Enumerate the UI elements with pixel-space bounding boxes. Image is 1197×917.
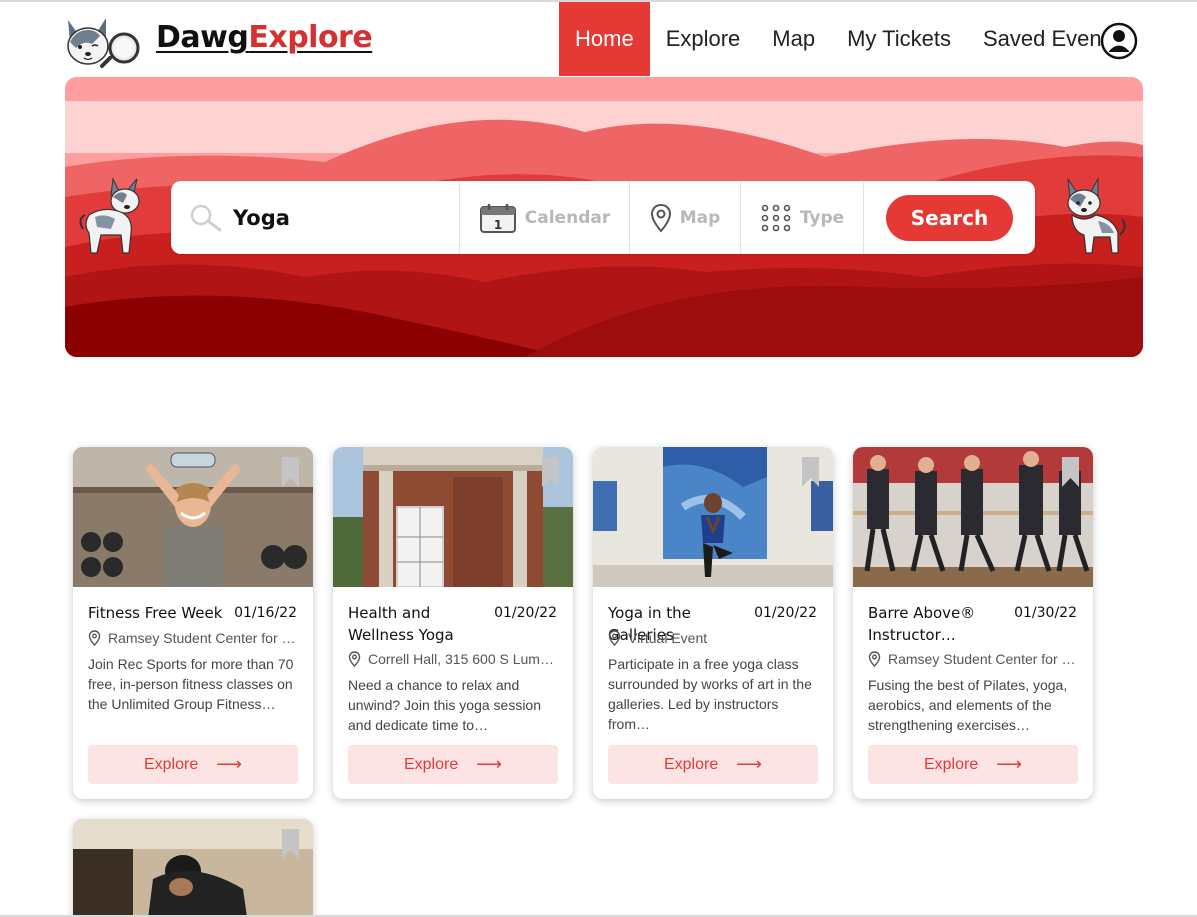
event-location: Correll Hall, 315 600 S Lumpkin St	[348, 651, 560, 667]
bookmark-icon[interactable]	[282, 829, 299, 859]
user-account-icon[interactable]	[1100, 22, 1138, 60]
explore-button-label: Explore	[923, 755, 979, 773]
location-pin-icon	[88, 630, 101, 646]
event-location: Ramsey Student Center for Physical Activ…	[88, 630, 300, 646]
location-pin-icon	[608, 630, 621, 646]
dog-mascot-left-icon	[79, 177, 140, 254]
map-pin-icon	[650, 203, 671, 232]
explore-button-label: Explore	[143, 755, 199, 773]
event-card[interactable]: Yoga in the Galleries 01/20/22 Virtual E…	[593, 447, 833, 799]
event-card[interactable]: Barre Above® Instructor… 01/30/22 Ramsey…	[853, 447, 1093, 799]
brand-part-dawg: Dawg	[156, 20, 249, 55]
event-photo-yoga-stretch	[73, 819, 313, 917]
search-query-text[interactable]: Yoga	[233, 206, 290, 230]
search-button[interactable]: Search	[886, 194, 1013, 241]
explore-button[interactable]: Explore ⟶	[868, 745, 1078, 784]
brand-name[interactable]: DawgExplore	[156, 20, 373, 55]
type-label: Type	[799, 207, 845, 228]
event-card[interactable]	[73, 819, 313, 917]
arrow-right-icon: ⟶	[736, 754, 763, 774]
event-location: Ramsey Student Center for Physical Activ…	[868, 651, 1080, 667]
grid-dots-icon	[761, 204, 791, 231]
event-date: 01/30/22	[1014, 605, 1077, 621]
calendar-icon: 1	[479, 203, 516, 233]
event-photo-fitness	[73, 447, 313, 587]
explore-button-label: Explore	[663, 755, 719, 773]
search-icon	[190, 204, 222, 231]
bookmark-icon[interactable]	[802, 457, 819, 487]
arrow-right-icon: ⟶	[216, 754, 243, 774]
event-title[interactable]: Fitness Free Week	[88, 602, 240, 624]
explore-button-label: Explore	[403, 755, 459, 773]
event-description: Fusing the best of Pilates, yoga, aerobi…	[868, 677, 1068, 733]
event-title[interactable]: Health and Wellness Yoga	[348, 602, 500, 646]
event-title[interactable]: Barre Above® Instructor…	[868, 602, 1020, 646]
event-photo	[593, 447, 833, 587]
event-location: Virtual Event	[608, 630, 820, 646]
event-photo	[333, 447, 573, 587]
event-photo	[73, 819, 313, 917]
event-description: Participate in a free yoga class surroun…	[608, 656, 812, 732]
event-description: Need a chance to relax and unwind? Join …	[348, 677, 542, 733]
event-photo	[853, 447, 1093, 587]
event-description: Join Rec Sports for more than 70 free, i…	[88, 656, 294, 712]
hero-banner: Yoga 1 Calendar Map Type Search	[65, 77, 1143, 357]
search-query-field[interactable]: Yoga	[171, 181, 460, 254]
search-button-wrap: Search	[864, 181, 1035, 254]
event-location-text: Virtual Event	[628, 630, 708, 646]
explore-button[interactable]: Explore ⟶	[348, 745, 558, 784]
nav-my-tickets[interactable]: My Tickets	[831, 2, 967, 76]
nav-explore[interactable]: Explore	[650, 2, 757, 76]
explore-button[interactable]: Explore ⟶	[608, 745, 818, 784]
event-photo-gallery-yoga	[593, 447, 833, 587]
site-header: DawgExplore Home Explore Map My Tickets …	[0, 2, 1197, 77]
arrow-right-icon: ⟶	[996, 754, 1023, 774]
location-pin-icon	[868, 651, 881, 667]
bookmark-icon[interactable]	[1062, 457, 1079, 487]
dog-magnifier-logo-icon[interactable]	[62, 12, 144, 70]
brand-part-explore: Explore	[248, 20, 373, 55]
nav-home[interactable]: Home	[559, 2, 650, 76]
explore-button[interactable]: Explore ⟶	[88, 745, 298, 784]
nav-map[interactable]: Map	[756, 2, 831, 76]
event-date: 01/16/22	[234, 605, 297, 621]
event-photo	[73, 447, 313, 587]
event-photo-correll-hall	[333, 447, 573, 587]
arrow-right-icon: ⟶	[476, 754, 503, 774]
calendar-icon-day: 1	[494, 218, 502, 232]
event-date: 01/20/22	[754, 605, 817, 621]
event-date: 01/20/22	[494, 605, 557, 621]
event-card[interactable]: Fitness Free Week 01/16/22 Ramsey Studen…	[73, 447, 313, 799]
event-location-text: Ramsey Student Center for Physical Activ…	[888, 651, 1080, 667]
calendar-filter[interactable]: 1 Calendar	[460, 181, 630, 254]
event-location-text: Correll Hall, 315 600 S Lumpkin St	[368, 651, 560, 667]
search-bar: Yoga 1 Calendar Map Type Search	[171, 181, 1035, 254]
dog-mascot-right-icon	[1067, 177, 1126, 254]
map-filter[interactable]: Map	[630, 181, 741, 254]
bookmark-icon[interactable]	[282, 457, 299, 487]
main-nav: Home Explore Map My Tickets Saved Events	[559, 2, 1135, 76]
type-filter[interactable]: Type	[741, 181, 864, 254]
calendar-label: Calendar	[524, 207, 611, 228]
event-photo-barre-class	[853, 447, 1093, 587]
event-location-text: Ramsey Student Center for Physical Activ…	[108, 630, 300, 646]
event-card[interactable]: Health and Wellness Yoga 01/20/22 Correl…	[333, 447, 573, 799]
bookmark-icon[interactable]	[542, 457, 559, 487]
map-label: Map	[679, 207, 721, 228]
location-pin-icon	[348, 651, 361, 667]
